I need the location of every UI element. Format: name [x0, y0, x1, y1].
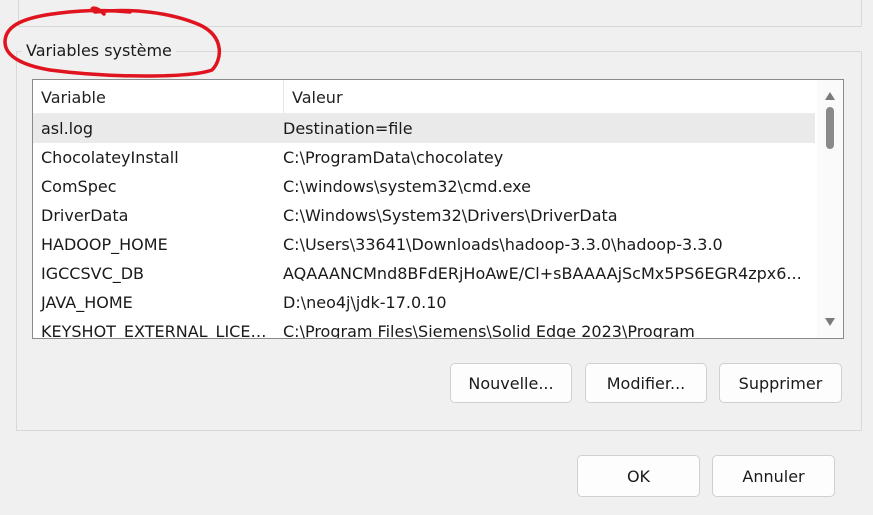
row-value: C:\Windows\System32\Drivers\DriverData — [283, 206, 618, 225]
system-variables-list[interactable]: Variable Valeur asl.log Destination=file… — [32, 79, 844, 339]
table-row[interactable]: asl.log Destination=file — [33, 114, 815, 143]
ok-button[interactable]: OK — [577, 455, 700, 497]
row-value: D:\neo4j\jdk-17.0.10 — [283, 293, 447, 312]
upper-panel-edge — [18, 0, 862, 27]
table-row[interactable]: JAVA_HOME D:\neo4j\jdk-17.0.10 — [33, 288, 815, 317]
row-variable: KEYSHOT_EXTERNAL_LICEN... — [41, 322, 275, 339]
row-value: C:\Program Files\Siemens\Solid Edge 2023… — [283, 322, 695, 339]
row-variable: DriverData — [41, 206, 129, 225]
chevron-up-icon[interactable] — [825, 92, 835, 100]
scrollbar-thumb[interactable] — [826, 107, 834, 149]
row-variable: IGCCSVC_DB — [41, 264, 145, 283]
row-value: Destination=file — [283, 119, 413, 138]
cancel-button[interactable]: Annuler — [712, 455, 835, 497]
row-value: C:\ProgramData\chocolatey — [283, 148, 504, 167]
table-row[interactable]: ChocolateyInstall C:\ProgramData\chocola… — [33, 143, 815, 172]
delete-button[interactable]: Supprimer — [719, 363, 842, 403]
table-row[interactable]: KEYSHOT_EXTERNAL_LICEN... C:\Program Fil… — [33, 317, 815, 339]
column-header-variable[interactable]: Variable — [33, 80, 284, 113]
table-row[interactable]: IGCCSVC_DB AQAAANCMnd8BFdERjHoAwE/Cl+sBA… — [33, 259, 815, 288]
edit-button[interactable]: Modifier... — [585, 363, 707, 403]
table-row[interactable]: HADOOP_HOME C:\Users\33641\Downloads\had… — [33, 230, 815, 259]
row-variable: HADOOP_HOME — [41, 235, 168, 254]
group-title: Variables système — [22, 41, 176, 60]
row-variable: ChocolateyInstall — [41, 148, 179, 167]
table-row[interactable]: DriverData C:\Windows\System32\Drivers\D… — [33, 201, 815, 230]
table-row[interactable]: ComSpec C:\windows\system32\cmd.exe — [33, 172, 815, 201]
list-header: Variable Valeur — [33, 80, 815, 114]
chevron-down-icon[interactable] — [825, 318, 835, 326]
vertical-scrollbar[interactable] — [817, 80, 843, 338]
list-rows: asl.log Destination=file ChocolateyInsta… — [33, 114, 815, 339]
row-value: C:\Users\33641\Downloads\hadoop-3.3.0\ha… — [283, 235, 723, 254]
row-variable: ComSpec — [41, 177, 117, 196]
row-value: AQAAANCMnd8BFdERjHoAwE/Cl+sBAAAAjScMx5PS… — [283, 264, 802, 283]
row-value: C:\windows\system32\cmd.exe — [283, 177, 531, 196]
row-variable: JAVA_HOME — [41, 293, 133, 312]
row-variable: asl.log — [41, 119, 94, 138]
column-header-value[interactable]: Valeur — [284, 80, 815, 113]
new-button[interactable]: Nouvelle... — [450, 363, 572, 403]
